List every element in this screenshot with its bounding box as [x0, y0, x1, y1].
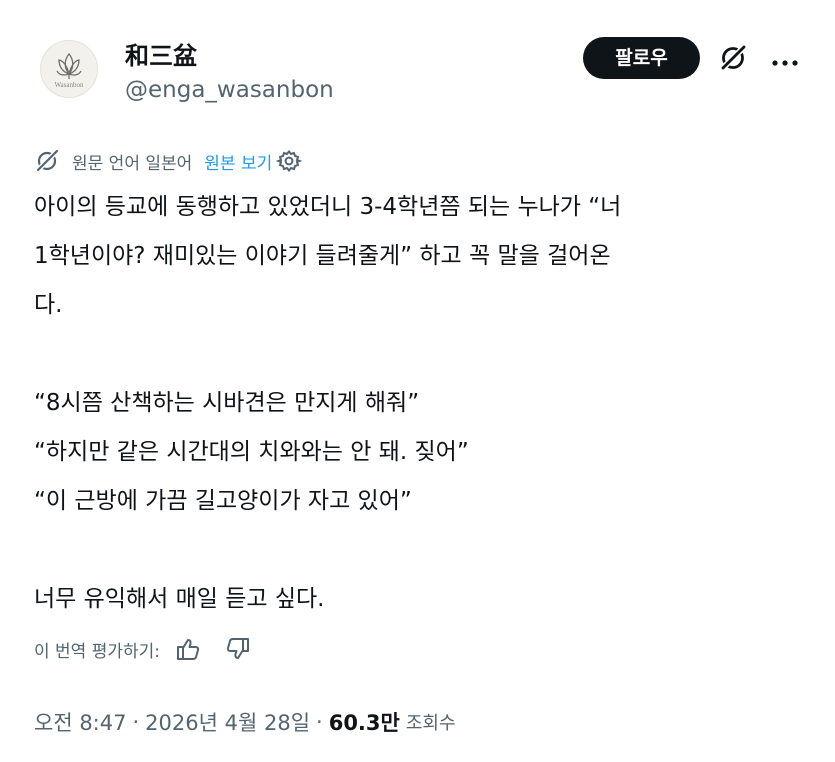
avatar[interactable]: Wasanbon	[40, 40, 98, 98]
tweet-line: 1학년이야? 재미있는 이야기 들려줄게” 하고 꼭 말을 걸어온	[34, 243, 611, 269]
gear-icon[interactable]	[276, 148, 303, 174]
rating-label: 이 번역 평가하기:	[34, 641, 161, 662]
translation-rating: 이 번역 평가하기:	[34, 634, 274, 664]
tweet-line: “이 근방에 가끔 길고양이가 자고 있어”	[34, 488, 412, 514]
meta-separator: ·	[132, 710, 140, 734]
tweet-text: 아이의 등교에 동행하고 있었더니 3-4학년쯤 되는 누나가 “너 1학년이야…	[34, 183, 819, 624]
avatar-logo-text: Wasanbon	[54, 81, 84, 89]
tweet-line: 다.	[34, 292, 63, 318]
tweet-line: 아이의 등교에 동행하고 있었더니 3-4학년쯤 되는 누나가 “너	[34, 194, 622, 220]
tweet-line: 너무 유익해서 매일 듣고 싶다.	[34, 586, 325, 612]
translate-grok-icon	[36, 149, 59, 172]
translation-info: 원문 언어 일본어 원본 보기	[34, 146, 303, 176]
grok-icon[interactable]	[717, 42, 749, 74]
tweet-line: “하지만 같은 시간대의 치와와는 안 돼. 짖어”	[34, 439, 469, 465]
tweet-time[interactable]: 오전 8:47	[34, 707, 126, 737]
author-display-name[interactable]: 和三盆	[125, 36, 197, 71]
tweet-date[interactable]: 2026년 4월 28일	[145, 707, 310, 737]
tweet-line: “8시쯤 산책하는 시바견은 만지게 해줘”	[34, 390, 420, 416]
tweet-meta: 오전 8:47 · 2026년 4월 28일 · 60.3만 조회수	[34, 706, 456, 738]
thumbs-up-icon[interactable]	[174, 635, 202, 663]
show-original-link[interactable]: 원본 보기	[204, 149, 272, 174]
thumbs-down-icon[interactable]	[224, 635, 252, 663]
views-label: 조회수	[405, 713, 456, 734]
follow-button[interactable]: 팔로우	[583, 37, 700, 79]
tweet-line	[34, 526, 819, 575]
views-count[interactable]: 60.3만	[329, 707, 400, 737]
author-handle[interactable]: @enga_wasanbon	[125, 77, 334, 103]
more-horizontal-icon[interactable]	[770, 53, 800, 66]
meta-separator: ·	[316, 710, 323, 734]
tweet-line	[34, 330, 819, 379]
translation-label: 원문 언어 일본어	[72, 153, 193, 174]
